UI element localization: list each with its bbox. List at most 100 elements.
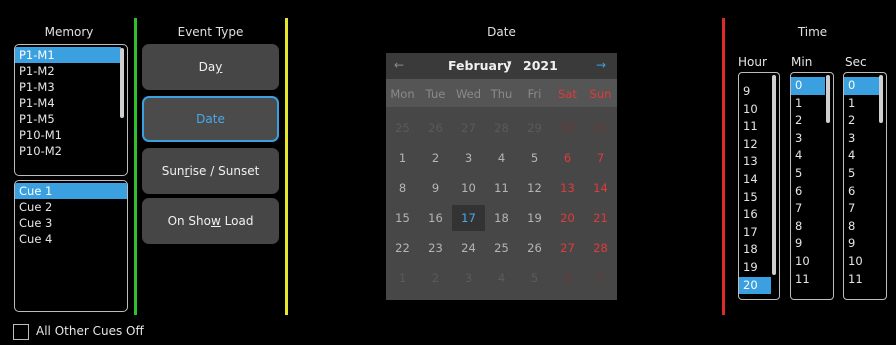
sec-list-item[interactable]: 10 bbox=[844, 253, 886, 271]
calendar-day[interactable]: 9 bbox=[419, 175, 452, 201]
min-list-item[interactable]: 5 bbox=[791, 165, 833, 183]
event-on-show-load-button[interactable]: On Show Load bbox=[142, 198, 279, 244]
event-date-button[interactable]: Date bbox=[142, 96, 279, 142]
calendar-day[interactable]: 3 bbox=[452, 145, 485, 171]
calendar-day[interactable]: 30 bbox=[551, 115, 584, 141]
min-list-item[interactable]: 6 bbox=[791, 183, 833, 201]
weekday-header: Fri bbox=[527, 87, 542, 101]
calendar-day[interactable]: 1 bbox=[386, 265, 419, 291]
sec-list-item[interactable]: 7 bbox=[844, 200, 886, 218]
hour-list[interactable]: 9 10 11 12 13 14 15 16 17 18 19 20 bbox=[738, 72, 780, 300]
cue-list-item[interactable]: Cue 4 bbox=[15, 231, 127, 247]
calendar-day[interactable]: 15 bbox=[386, 205, 419, 231]
calendar-day[interactable]: 23 bbox=[419, 235, 452, 261]
calendar-day[interactable]: 13 bbox=[551, 175, 584, 201]
calendar-day[interactable]: 26 bbox=[419, 115, 452, 141]
memory-list-item[interactable]: P1-M1 bbox=[15, 47, 121, 63]
min-list-item[interactable]: 4 bbox=[791, 147, 833, 165]
all-other-cues-off-checkbox[interactable] bbox=[13, 324, 29, 340]
calendar-day[interactable]: 5 bbox=[518, 145, 551, 171]
cue-list-item[interactable]: Cue 1 bbox=[15, 183, 127, 199]
calendar-day[interactable]: 22 bbox=[386, 235, 419, 261]
month-dropdown-icon[interactable]: ▾ bbox=[507, 59, 512, 69]
sec-list-scrollbar[interactable] bbox=[879, 75, 883, 123]
hour-list-scrollbar[interactable] bbox=[772, 75, 776, 275]
cue-list[interactable]: Cue 1 Cue 2 Cue 3 Cue 4 bbox=[14, 180, 128, 312]
min-list-item[interactable]: 3 bbox=[791, 130, 833, 148]
calendar-day[interactable]: 2 bbox=[419, 145, 452, 171]
calendar-day[interactable]: 11 bbox=[485, 175, 518, 201]
memory-list-item[interactable]: P1-M2 bbox=[15, 63, 127, 79]
sec-list-item[interactable]: 6 bbox=[844, 183, 886, 201]
memory-list-scrollbar[interactable] bbox=[120, 48, 124, 118]
calendar-day[interactable]: 28 bbox=[485, 115, 518, 141]
event-sunrise-label-b: ise / Sunset bbox=[189, 164, 260, 178]
memory-list-item[interactable]: P10-M2 bbox=[15, 143, 127, 159]
min-list[interactable]: 0 1 2 3 4 5 6 7 8 9 10 11 bbox=[790, 72, 834, 300]
memory-list-item[interactable]: P1-M5 bbox=[15, 111, 127, 127]
calendar-day[interactable]: 10 bbox=[452, 175, 485, 201]
memory-list-item[interactable]: P1-M4 bbox=[15, 95, 127, 111]
min-list-scrollbar[interactable] bbox=[826, 75, 830, 123]
event-sunrise-sunset-button[interactable]: Sunrise / Sunset bbox=[142, 148, 279, 194]
calendar-day[interactable]: 6 bbox=[551, 145, 584, 171]
min-list-item[interactable]: 9 bbox=[791, 235, 833, 253]
calendar-day[interactable]: 3 bbox=[452, 265, 485, 291]
min-list-item[interactable]: 11 bbox=[791, 271, 833, 289]
calendar-day[interactable]: 7 bbox=[584, 145, 617, 171]
calendar-day[interactable]: 7 bbox=[584, 265, 617, 291]
calendar-day[interactable]: 5 bbox=[518, 265, 551, 291]
calendar-day[interactable]: 25 bbox=[485, 235, 518, 261]
calendar-day[interactable]: 27 bbox=[551, 235, 584, 261]
date-calendar[interactable]: ← → February ▾ 2021 Mon Tue Wed Thu Fri Sat Su… bbox=[386, 53, 617, 300]
calendar-day[interactable]: 26 bbox=[518, 235, 551, 261]
min-list-item[interactable]: 0 bbox=[791, 77, 825, 95]
calendar-day[interactable]: 29 bbox=[518, 115, 551, 141]
calendar-day[interactable]: 8 bbox=[386, 175, 419, 201]
calendar-day[interactable]: 27 bbox=[452, 115, 485, 141]
sec-list-item[interactable]: 4 bbox=[844, 147, 886, 165]
memory-list-item[interactable]: P10-M1 bbox=[15, 127, 127, 143]
sec-list-item[interactable]: 3 bbox=[844, 130, 886, 148]
calendar-day[interactable]: 24 bbox=[452, 235, 485, 261]
calendar-day[interactable]: 4 bbox=[485, 145, 518, 171]
calendar-day[interactable]: 1 bbox=[386, 145, 419, 171]
min-list-item[interactable]: 8 bbox=[791, 218, 833, 236]
cue-list-item[interactable]: Cue 3 bbox=[15, 215, 127, 231]
sec-list-item[interactable]: 9 bbox=[844, 235, 886, 253]
weekday-header: Sun bbox=[589, 87, 612, 101]
event-day-button[interactable]: Day bbox=[142, 44, 279, 90]
calendar-day[interactable]: 19 bbox=[518, 205, 551, 231]
calendar-day[interactable]: 21 bbox=[584, 205, 617, 231]
calendar-day[interactable]: 25 bbox=[386, 115, 419, 141]
calendar-day[interactable]: 12 bbox=[518, 175, 551, 201]
sec-list[interactable]: 0 1 2 3 4 5 6 7 8 9 10 11 bbox=[843, 72, 887, 300]
event-onshow-label-b: Load bbox=[220, 214, 254, 228]
min-list-item[interactable]: 10 bbox=[791, 253, 833, 271]
sec-list-item[interactable]: 11 bbox=[844, 271, 886, 289]
calendar-day[interactable]: 2 bbox=[419, 265, 452, 291]
calendar-day[interactable]: 31 bbox=[584, 115, 617, 141]
memory-list[interactable]: P1-M1 P1-M2 P1-M3 P1-M4 P1-M5 P10-M1 P10-M2 bbox=[14, 44, 128, 176]
event-date-label: Date bbox=[196, 112, 225, 126]
prev-month-arrow-icon[interactable]: ← bbox=[394, 58, 404, 72]
sec-list-item[interactable]: 0 bbox=[844, 77, 880, 95]
calendar-day[interactable]: 6 bbox=[551, 265, 584, 291]
calendar-day[interactable]: 20 bbox=[551, 205, 584, 231]
sec-list-item[interactable]: 5 bbox=[844, 165, 886, 183]
calendar-day[interactable]: 17 bbox=[452, 205, 485, 231]
sec-list-item[interactable]: 8 bbox=[844, 218, 886, 236]
hour-label: Hour bbox=[738, 55, 767, 69]
cue-list-item[interactable]: Cue 2 bbox=[15, 199, 127, 215]
min-list-item[interactable]: 7 bbox=[791, 200, 833, 218]
calendar-month[interactable]: February bbox=[448, 58, 511, 73]
memory-list-item[interactable]: P1-M3 bbox=[15, 79, 127, 95]
hour-list-item[interactable]: 20 bbox=[739, 276, 771, 295]
calendar-day[interactable]: 4 bbox=[485, 265, 518, 291]
calendar-year[interactable]: 2021 bbox=[523, 58, 558, 73]
calendar-day[interactable]: 18 bbox=[485, 205, 518, 231]
calendar-day[interactable]: 28 bbox=[584, 235, 617, 261]
next-month-arrow-icon[interactable]: → bbox=[596, 58, 606, 72]
calendar-day[interactable]: 14 bbox=[584, 175, 617, 201]
calendar-day[interactable]: 16 bbox=[419, 205, 452, 231]
